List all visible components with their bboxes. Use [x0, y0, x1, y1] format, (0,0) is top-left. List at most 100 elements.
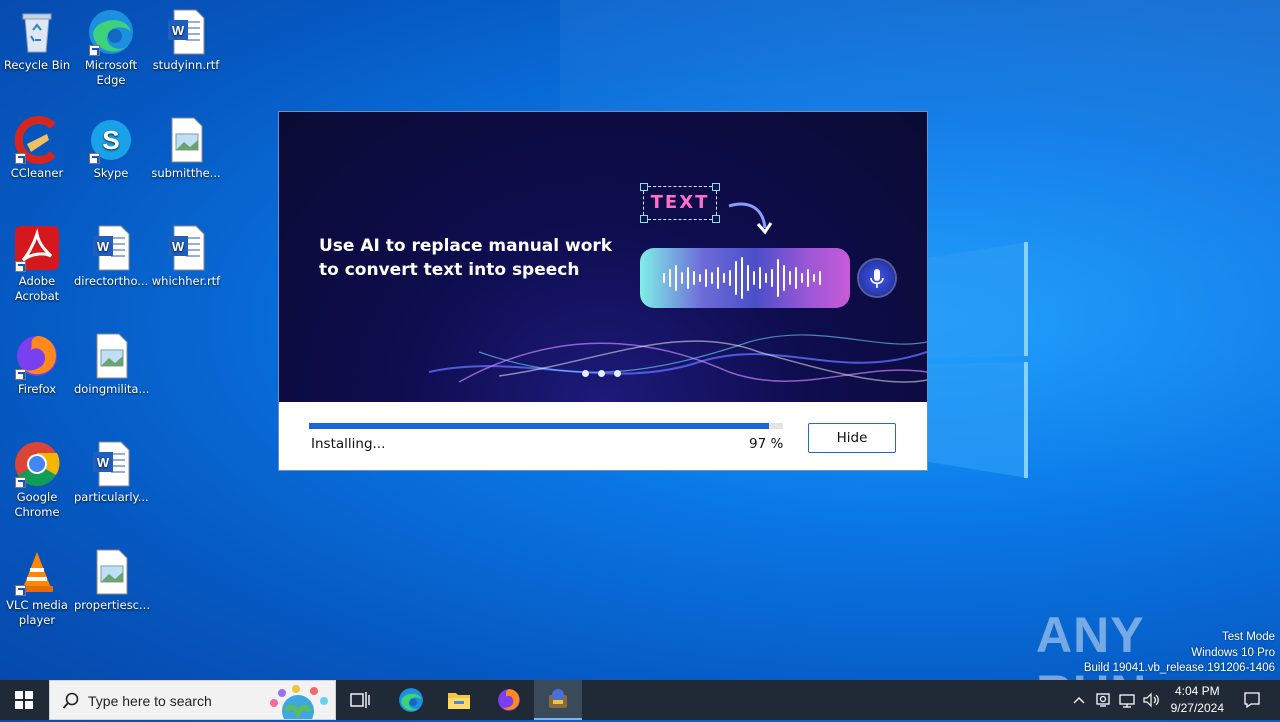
search-icon	[62, 692, 79, 709]
taskbar-clock[interactable]: 4:04 PM 9/27/2024	[1171, 683, 1224, 717]
banner-headline: Use AI to replace manual work to convert…	[319, 236, 613, 280]
desktop-icon-label: Recycle Bin	[3, 58, 71, 72]
action-center-button[interactable]	[1232, 680, 1272, 720]
carousel-dot[interactable]	[598, 370, 605, 377]
desktop-icon-particularly[interactable]: W particularly...	[74, 440, 149, 505]
taskbar-edge-button[interactable]	[388, 680, 434, 720]
promo-banner: Use AI to replace manual work to convert…	[279, 112, 927, 402]
desktop-icon-label: whichher.rtf	[151, 274, 221, 288]
decorative-waves	[428, 334, 927, 383]
desktop-icon-whichher[interactable]: W whichher.rtf	[149, 224, 223, 289]
tray-network-button[interactable]	[1116, 680, 1138, 720]
carousel-dots[interactable]	[582, 362, 630, 381]
desktop-icon-label: studyinn.rtf	[152, 58, 220, 72]
install-progress-fill	[309, 423, 769, 429]
text-badge: TEXT	[640, 183, 720, 223]
desktop-icon-label: submitthe...	[151, 166, 221, 180]
word-document-icon: W	[87, 440, 135, 488]
installer-window: Use AI to replace manual work to convert…	[278, 111, 928, 471]
desktop-icon-label: Google Chrome	[14, 490, 60, 519]
word-document-icon: W	[87, 224, 135, 272]
volume-icon	[1143, 692, 1159, 708]
curved-arrow-icon	[728, 202, 773, 235]
device-icon	[1096, 693, 1110, 707]
recycle-bin-icon	[13, 8, 61, 56]
svg-text:W: W	[97, 455, 110, 470]
desktop-icon-label: particularly...	[74, 490, 149, 504]
desktop-icon-label: Microsoft Edge	[84, 58, 138, 87]
desktop-icon-label: doingmilita...	[74, 382, 150, 396]
search-highlight-globe-icon	[270, 685, 328, 719]
desktop-icon-label: VLC media player	[6, 598, 68, 627]
desktop-icon-adobe-acrobat[interactable]: Adobe Acrobat	[0, 224, 74, 304]
network-icon	[1119, 694, 1135, 708]
desktop-icon-label: Skype	[93, 166, 129, 180]
desktop-icon-directortho[interactable]: W directortho...	[74, 224, 148, 289]
desktop-icon-label: CCleaner	[10, 166, 64, 180]
firefox-icon	[498, 689, 520, 711]
desktop-icon-ccleaner[interactable]: CCleaner	[0, 116, 74, 181]
desktop-icon-label: directortho...	[74, 274, 149, 288]
svg-text:W: W	[172, 239, 185, 254]
desktop-icon-google-chrome[interactable]: Google Chrome	[0, 440, 74, 520]
audio-waveform-panel	[640, 248, 850, 308]
desktop-icon-studyinn[interactable]: W studyinn.rtf	[149, 8, 223, 73]
system-info-overlay: Test Mode Windows 10 Pro Build 19041.vb_…	[1084, 630, 1275, 677]
desktop-icon-firefox[interactable]: Firefox	[0, 332, 74, 397]
chrome-icon	[13, 440, 61, 488]
chevron-up-icon	[1073, 697, 1085, 704]
taskbar-search-box[interactable]: Type here to search	[49, 680, 336, 720]
text-badge-label: TEXT	[650, 192, 710, 213]
svg-text:S: S	[102, 125, 119, 155]
word-document-icon: W	[162, 224, 210, 272]
desktop-icon-vlc[interactable]: VLC media player	[0, 548, 74, 628]
install-percent-text: 97 %	[749, 436, 784, 452]
windows-start-icon	[15, 691, 33, 709]
desktop-icon-label: Adobe Acrobat	[14, 274, 60, 303]
edge-icon	[399, 688, 423, 712]
waveform-icon	[663, 257, 821, 299]
tray-volume-button[interactable]	[1140, 680, 1162, 720]
edge-icon	[87, 8, 135, 56]
search-placeholder: Type here to search	[88, 693, 212, 709]
skype-icon: S	[87, 116, 135, 164]
desktop-icon-propertiesc[interactable]: propertiesc...	[74, 548, 150, 613]
ccleaner-icon	[13, 116, 61, 164]
desktop-icon-recycle-bin[interactable]: Recycle Bin	[0, 8, 74, 73]
taskbar-file-explorer-button[interactable]	[436, 680, 482, 720]
desktop-icon-label: Firefox	[17, 382, 57, 396]
firefox-icon	[13, 332, 61, 380]
show-hidden-icons-button[interactable]	[1068, 680, 1090, 720]
desktop-icon-microsoft-edge[interactable]: Microsoft Edge	[74, 8, 148, 88]
desktop-icon-doingmilita[interactable]: doingmilita...	[74, 332, 150, 397]
carousel-dot[interactable]	[614, 370, 621, 377]
word-document-icon: W	[162, 8, 210, 56]
taskbar-installer-button[interactable]	[534, 680, 582, 720]
taskbar-firefox-button[interactable]	[486, 680, 532, 720]
install-progress-bar	[309, 423, 783, 429]
svg-text:W: W	[97, 239, 110, 254]
image-file-icon	[87, 548, 135, 596]
windows-wallpaper-logo	[928, 242, 1028, 478]
desktop-icon-skype[interactable]: S Skype	[74, 116, 148, 181]
task-view-button[interactable]	[338, 680, 382, 720]
install-status-text: Installing...	[311, 436, 386, 452]
clock-date: 9/27/2024	[1170, 701, 1224, 715]
image-file-icon	[87, 332, 135, 380]
desktop-icon-submitthe[interactable]: submitthe...	[149, 116, 223, 181]
desktop-icon-label: propertiesc...	[74, 598, 150, 612]
file-explorer-icon	[448, 693, 470, 709]
microphone-icon	[859, 260, 895, 296]
carousel-dot[interactable]	[582, 370, 589, 377]
windows-edition-label: Windows 10 Pro	[1191, 646, 1275, 659]
svg-text:W: W	[172, 23, 185, 38]
installer-app-icon	[549, 689, 567, 708]
start-button[interactable]	[0, 680, 48, 720]
acrobat-icon	[13, 224, 61, 272]
taskbar: Type here to search 4:04 PM 9/27/2024	[0, 680, 1280, 720]
image-file-icon	[162, 116, 210, 164]
vlc-icon	[13, 548, 61, 596]
hide-button[interactable]: Hide	[808, 423, 896, 453]
tray-device-button[interactable]	[1092, 680, 1114, 720]
notification-icon	[1244, 692, 1260, 709]
